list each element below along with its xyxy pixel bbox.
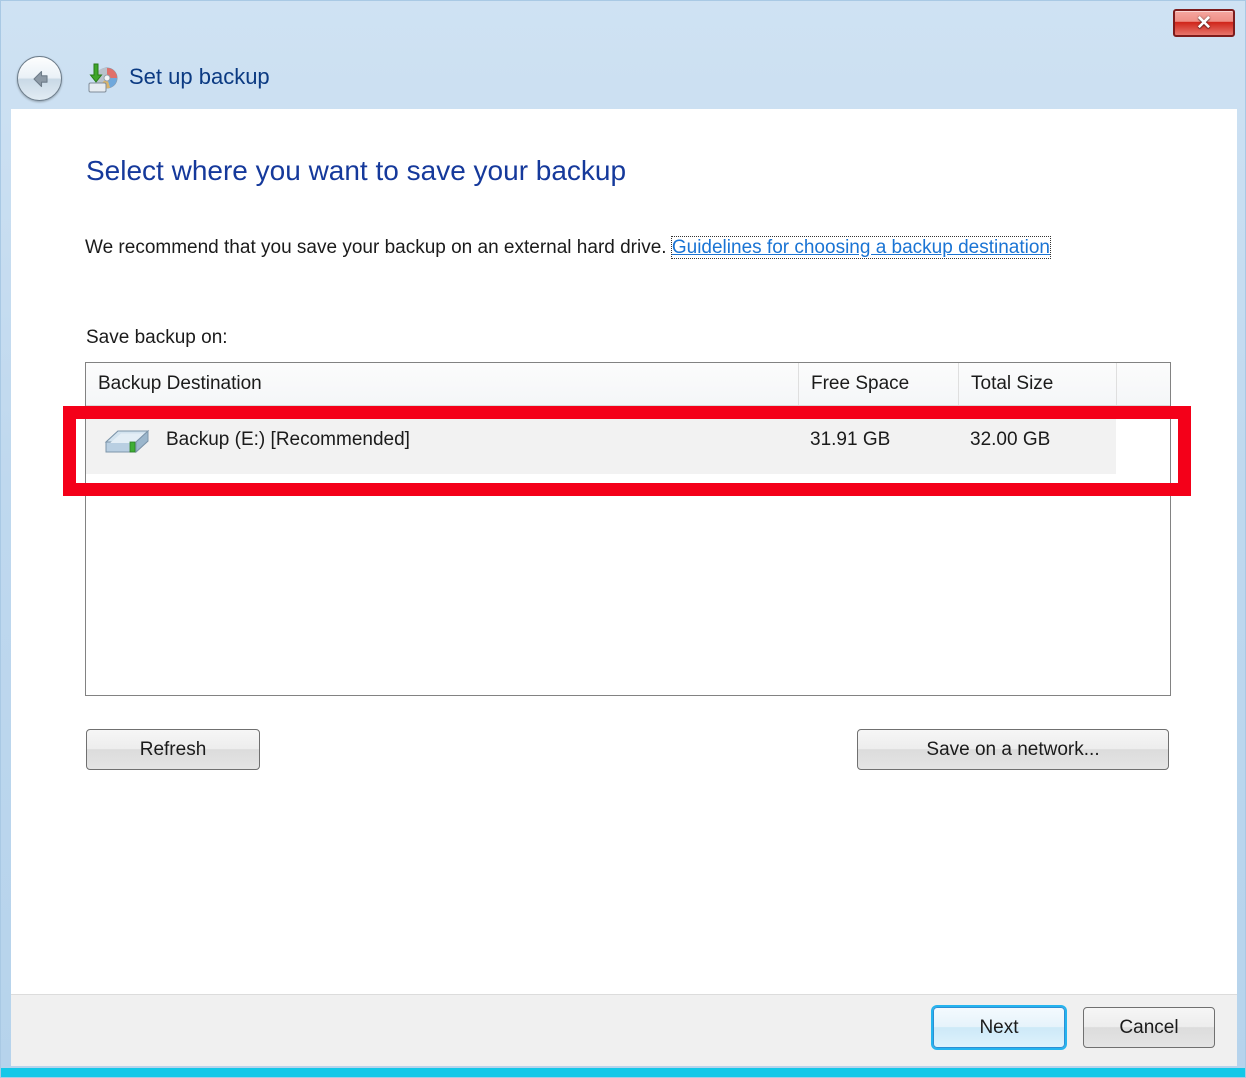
- external-hard-drive-icon: [100, 422, 154, 460]
- intro-paragraph: We recommend that you save your backup o…: [85, 233, 1171, 263]
- table-row[interactable]: Backup (E:) [Recommended] 31.91 GB 32.00…: [86, 406, 1170, 474]
- cell-total-size: 32.00 GB: [958, 406, 1116, 474]
- list-header-row: Backup Destination Free Space Total Size: [86, 363, 1170, 406]
- backup-destination-list[interactable]: Backup Destination Free Space Total Size: [85, 362, 1171, 696]
- save-on-network-button[interactable]: Save on a network...: [857, 729, 1169, 770]
- column-header-total-size[interactable]: Total Size: [958, 363, 1116, 405]
- cell-spacer: [1116, 406, 1170, 474]
- page-title: Select where you want to save your backu…: [86, 155, 626, 187]
- back-button[interactable]: [17, 56, 62, 101]
- row-destination-label: Backup (E:) [Recommended]: [166, 406, 410, 474]
- window-title: Set up backup: [129, 64, 270, 90]
- guidelines-link[interactable]: Guidelines for choosing a backup destina…: [672, 237, 1050, 258]
- cancel-button[interactable]: Cancel: [1083, 1007, 1215, 1048]
- bottom-accent-strip: [1, 1068, 1246, 1077]
- column-header-destination[interactable]: Backup Destination: [86, 363, 798, 405]
- list-body: Backup (E:) [Recommended] 31.91 GB 32.00…: [86, 406, 1170, 474]
- cell-destination: Backup (E:) [Recommended]: [86, 406, 798, 474]
- title-bar: ✕ Set up backup: [1, 1, 1246, 109]
- back-arrow-icon: [27, 66, 53, 92]
- column-header-spacer: [1116, 363, 1170, 405]
- setup-backup-window: ✕ Set up backup Select where you want to…: [0, 0, 1246, 1078]
- close-button[interactable]: ✕: [1173, 9, 1235, 37]
- save-backup-on-label: Save backup on:: [86, 327, 228, 349]
- cell-free-space: 31.91 GB: [798, 406, 958, 474]
- content-pane: Select where you want to save your backu…: [11, 109, 1237, 994]
- column-header-free-space[interactable]: Free Space: [798, 363, 958, 405]
- refresh-button[interactable]: Refresh: [86, 729, 260, 770]
- intro-text: We recommend that you save your backup o…: [85, 237, 672, 258]
- backup-disc-icon: [85, 61, 119, 95]
- close-icon: ✕: [1196, 14, 1212, 33]
- dialog-footer: Next Cancel: [11, 994, 1237, 1066]
- next-button[interactable]: Next: [933, 1007, 1065, 1048]
